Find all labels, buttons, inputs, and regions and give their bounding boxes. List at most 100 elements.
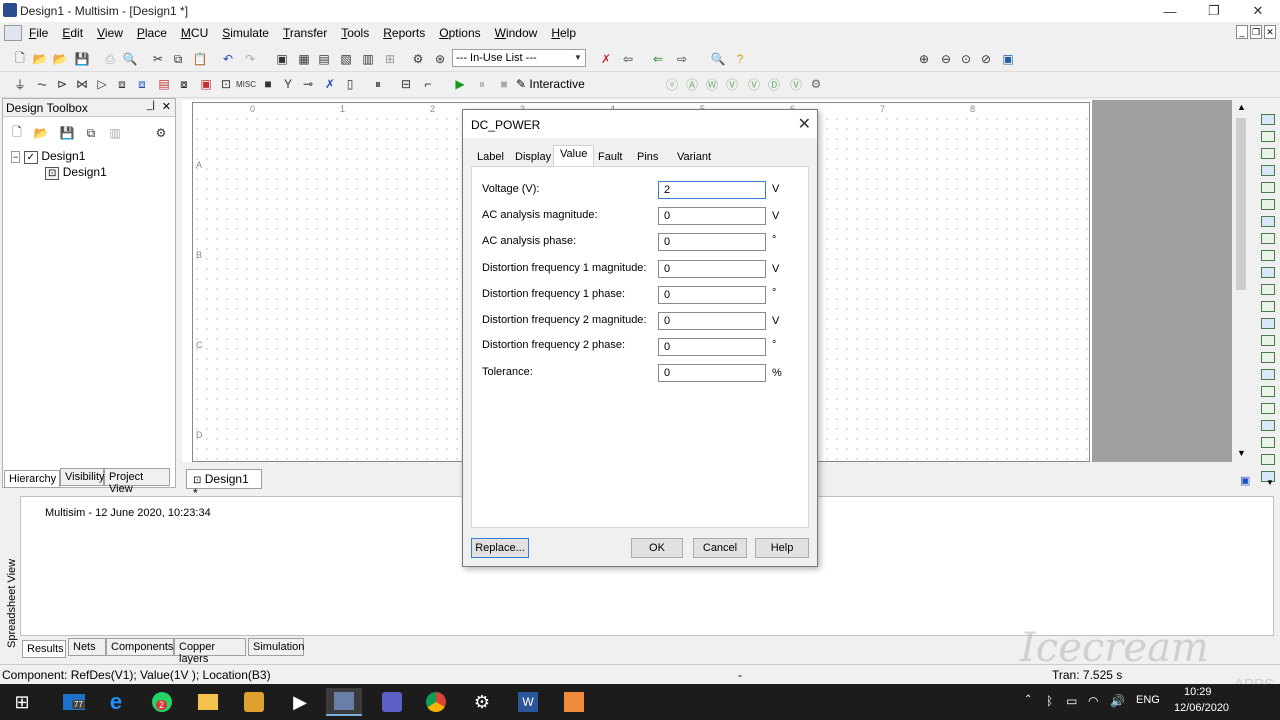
misc-icon[interactable]: MISC — [236, 76, 256, 92]
save-icon[interactable]: 💾 — [74, 51, 90, 67]
chrome-icon[interactable] — [418, 688, 454, 716]
tab-project-view[interactable]: Project View — [104, 468, 170, 495]
restore-button[interactable]: ❐ — [1192, 0, 1236, 22]
mdi-restore-icon[interactable]: ❐ — [1250, 25, 1262, 39]
tab-pins[interactable]: Pins — [631, 149, 664, 167]
instrument-icon[interactable] — [1261, 437, 1275, 448]
tab-variant[interactable]: Variant — [671, 149, 717, 167]
spreadsheet-icon[interactable]: ▥ — [360, 51, 376, 67]
tab-results[interactable]: Results — [22, 640, 66, 658]
open-folder-icon[interactable]: 📂 — [32, 51, 48, 67]
instrument-icon[interactable] — [1261, 199, 1275, 210]
transfer-icon[interactable]: ⇨ — [674, 51, 690, 67]
pause-icon[interactable]: ⏸ — [474, 76, 490, 92]
tab-simulation[interactable]: Simulation — [248, 638, 304, 656]
dist-freq1-phase-input[interactable] — [658, 286, 766, 304]
back-annotate-icon[interactable]: ⇦ — [620, 51, 636, 67]
multisim-taskbar-icon[interactable] — [326, 688, 362, 716]
zoom-area-icon[interactable]: ⊙ — [958, 51, 974, 67]
probe-setting-icon[interactable]: Ⓥ — [788, 76, 804, 92]
wifi-icon[interactable]: ◠ — [1088, 694, 1098, 708]
menu-window[interactable]: Window — [488, 26, 545, 40]
probe-power-icon[interactable]: Ⓦ — [704, 76, 720, 92]
teams-icon[interactable] — [374, 688, 410, 716]
menu-reports[interactable]: Reports — [376, 26, 432, 40]
dist-freq2-magnitude-input[interactable] — [658, 312, 766, 330]
voltage-input[interactable] — [658, 181, 766, 199]
menu-simulate[interactable]: Simulate — [215, 26, 276, 40]
hierarchical-block-icon[interactable]: ⏸ — [370, 76, 386, 92]
checkbox-icon[interactable]: ✓ — [23, 151, 38, 164]
windows-start-icon[interactable]: ⊞ — [4, 688, 40, 716]
help-button[interactable]: Help — [755, 538, 809, 558]
mdi-minimize-icon[interactable]: _ — [1236, 25, 1248, 39]
instrument-icon[interactable]: ▣ — [1240, 474, 1250, 487]
instrument-icon[interactable] — [1261, 318, 1275, 329]
grid-icon[interactable]: ▦ — [296, 51, 312, 67]
wire-icon[interactable]: ⌐ — [420, 76, 436, 92]
database-icon[interactable]: ⊞ — [382, 51, 398, 67]
settings-gear-icon[interactable]: ⚙ — [464, 688, 500, 716]
tolerance-input[interactable] — [658, 364, 766, 382]
tree-item-child[interactable]: Design1 — [63, 165, 107, 179]
instrument-icon[interactable] — [1261, 267, 1275, 278]
instrument-icon[interactable] — [1261, 182, 1275, 193]
menu-file[interactable]: File — [22, 26, 55, 40]
language-indicator[interactable]: ENG — [1136, 694, 1160, 706]
media-player-icon[interactable]: ▶ — [282, 688, 318, 716]
menu-options[interactable]: Options — [432, 26, 487, 40]
delete-icon[interactable]: ▥ — [107, 125, 123, 141]
tab-visibility[interactable]: Visibility — [60, 468, 105, 486]
instrument-icon[interactable] — [1261, 403, 1275, 414]
menu-mcu[interactable]: MCU — [174, 26, 215, 40]
instrument-icon[interactable] — [1261, 386, 1275, 397]
probe-differential-icon[interactable]: Ⓥ — [724, 76, 740, 92]
copy-icon[interactable]: ⧉ — [170, 51, 186, 67]
panel-pin-icon[interactable]: _| — [147, 100, 155, 111]
probe-voltage-icon[interactable]: ⓥ — [664, 76, 680, 92]
instrument-icon[interactable] — [1261, 233, 1275, 244]
panel-close-icon[interactable]: ✕ — [162, 100, 171, 113]
tab-label[interactable]: Label — [471, 149, 510, 167]
new-window-icon[interactable]: ⧉ — [83, 125, 99, 141]
help-icon[interactable]: ? — [732, 51, 748, 67]
dist-freq2-phase-input[interactable] — [658, 338, 766, 356]
diode-icon[interactable]: ⊳ — [54, 76, 70, 92]
instrument-icon[interactable] — [1261, 216, 1275, 227]
capture-app-icon[interactable] — [556, 688, 592, 716]
scroll-up-icon[interactable]: ▲ — [1237, 102, 1246, 112]
power-component-icon[interactable]: ⊡ — [218, 76, 234, 92]
rf-icon[interactable]: Y — [280, 76, 296, 92]
dist-freq1-magnitude-input[interactable] — [658, 260, 766, 278]
mdi-close-icon[interactable]: ✕ — [1264, 25, 1276, 39]
word-icon[interactable]: W — [510, 688, 546, 716]
zoom-in-icon[interactable]: ⊕ — [916, 51, 932, 67]
search-icon[interactable]: 🔍 — [710, 51, 726, 67]
advanced-peripherals-icon[interactable]: ■ — [260, 76, 276, 92]
sheet-icon[interactable]: ▤ — [316, 51, 332, 67]
instrument-icon[interactable] — [1261, 131, 1275, 142]
ac-magnitude-input[interactable] — [658, 207, 766, 225]
tree-item-root[interactable]: Design1 — [41, 149, 85, 163]
menu-tools[interactable]: Tools — [334, 26, 376, 40]
electromechanical-icon[interactable]: ⊸ — [300, 76, 316, 92]
tab-display[interactable]: Display — [509, 149, 557, 167]
probe-digital-icon[interactable]: Ⓓ — [766, 76, 782, 92]
scroll-down-icon[interactable]: ▼ — [1237, 448, 1246, 458]
undo-icon[interactable]: ↶ — [220, 51, 236, 67]
indicator-icon[interactable]: ▣ — [198, 76, 214, 92]
clock-date[interactable]: 12/06/2020 — [1174, 702, 1229, 714]
interactive-mode-label[interactable]: ✎ Interactive — [516, 77, 585, 91]
forward-annotate-icon[interactable]: ⇐ — [650, 51, 666, 67]
tab-nets[interactable]: Nets — [68, 638, 106, 656]
print-icon[interactable]: ⎙ — [102, 51, 118, 67]
open-design-icon[interactable]: 📂 — [33, 125, 49, 141]
minimize-button[interactable]: — — [1148, 0, 1192, 22]
settings-icon[interactable]: ⚙ — [153, 125, 169, 141]
close-button[interactable]: ✕ — [1236, 0, 1280, 22]
paste-icon[interactable]: 📋 — [192, 51, 208, 67]
tab-fault[interactable]: Fault — [592, 149, 628, 167]
replace-button[interactable]: Replace... — [471, 538, 529, 558]
menu-edit[interactable]: Edit — [55, 26, 90, 40]
instrument-icon[interactable] — [1261, 454, 1275, 465]
